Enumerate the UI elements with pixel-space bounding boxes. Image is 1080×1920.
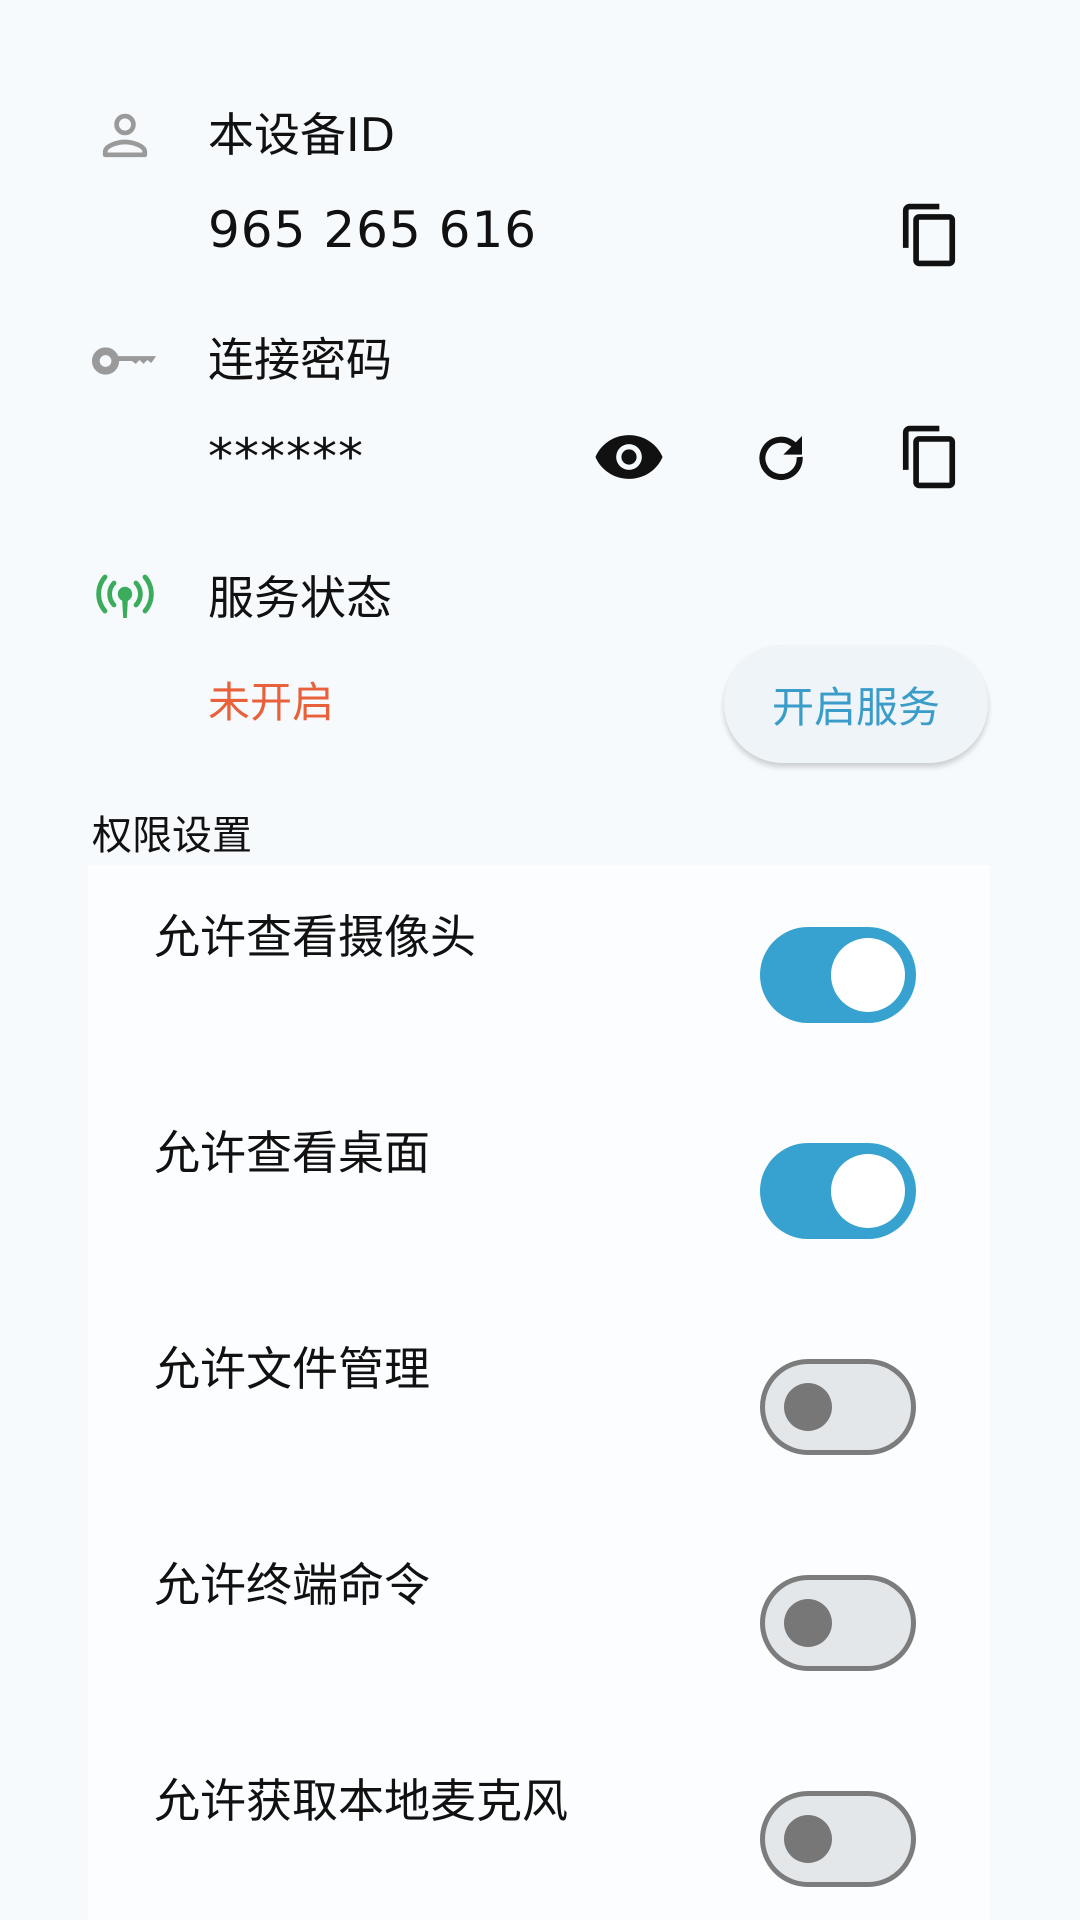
password-value: ******	[208, 428, 364, 486]
camera-permission-toggle[interactable]	[760, 927, 916, 1023]
device-id-label: 本设备ID	[208, 108, 395, 162]
permission-row-terminal: 允许终端命令	[88, 1513, 990, 1729]
permission-row-microphone: 允许获取本地麦克风	[88, 1729, 990, 1920]
refresh-icon	[759, 436, 803, 481]
permission-label: 允许文件管理	[154, 1342, 430, 1396]
terminal-permission-toggle[interactable]	[760, 1575, 916, 1671]
toggle-knob	[784, 1383, 832, 1431]
service-status-value: 未开启	[208, 678, 335, 727]
connection-info-panel: 本设备ID 965 265 616 连接密码 ****** 服务状态 未开启 开…	[0, 0, 1080, 785]
permission-label: 允许查看桌面	[154, 1126, 430, 1180]
microphone-permission-toggle[interactable]	[760, 1791, 916, 1887]
permission-row-files: 允许文件管理	[88, 1297, 990, 1513]
toggle-knob	[831, 1154, 905, 1228]
service-status-label: 服务状态	[208, 571, 392, 625]
desktop-permission-toggle[interactable]	[760, 1143, 916, 1239]
copy-icon	[902, 425, 956, 489]
broadcast-icon	[90, 563, 160, 633]
copy-password-button[interactable]	[884, 412, 974, 502]
device-id-value: 965 265 616	[208, 201, 538, 259]
permission-label: 允许终端命令	[154, 1558, 430, 1612]
permissions-section-title: 权限设置	[92, 813, 252, 859]
copy-device-id-button[interactable]	[884, 190, 974, 280]
permission-label: 允许查看摄像头	[154, 910, 476, 964]
toggle-knob	[784, 1815, 832, 1863]
permission-row-desktop: 允许查看桌面	[88, 1081, 990, 1297]
show-password-button[interactable]	[584, 412, 674, 502]
password-label: 连接密码	[208, 333, 392, 387]
file-management-permission-toggle[interactable]	[760, 1359, 916, 1455]
copy-icon	[902, 203, 956, 267]
eye-icon	[595, 435, 663, 479]
start-service-button[interactable]: 开启服务	[724, 645, 988, 763]
app-screen: 本设备ID 965 265 616 连接密码 ****** 服务状态 未开启 开…	[0, 0, 1080, 1920]
person-outline-icon	[90, 100, 160, 170]
permissions-card: 允许查看摄像头 允许查看桌面 允许文件管理 允许终端命令 允许获取本地麦克风	[88, 865, 990, 1920]
permission-row-camera: 允许查看摄像头	[88, 865, 990, 1081]
toggle-knob	[831, 938, 905, 1012]
permission-label: 允许获取本地麦克风	[154, 1774, 568, 1828]
toggle-knob	[784, 1599, 832, 1647]
key-icon	[90, 326, 160, 396]
refresh-password-button[interactable]	[736, 412, 826, 502]
